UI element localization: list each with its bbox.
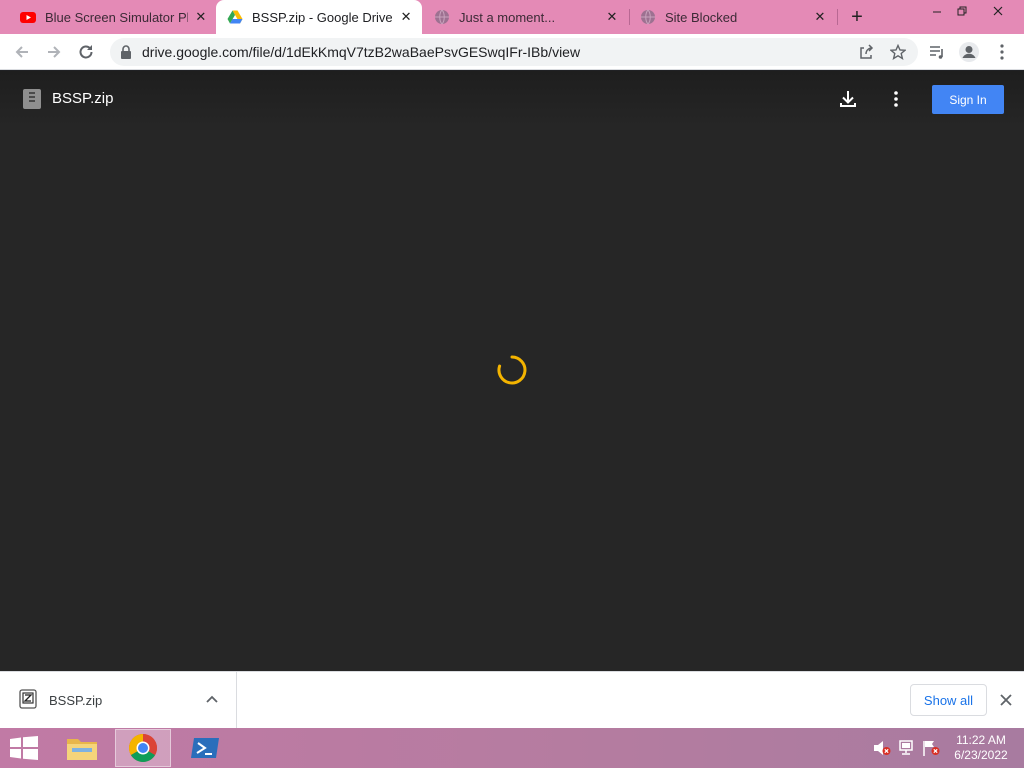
minimize-icon (933, 11, 941, 13)
avatar-icon (959, 42, 979, 62)
close-window-button[interactable] (983, 0, 1013, 22)
chrome-menu-button[interactable] (990, 40, 1014, 64)
share-button[interactable] (856, 42, 876, 62)
close-icon (993, 6, 1003, 16)
kebab-menu-icon (1000, 44, 1004, 60)
close-icon (1000, 694, 1012, 706)
tab-just-a-moment[interactable]: Just a moment... ✕ (424, 0, 628, 34)
url-text: drive.google.com/file/d/1dEkKmqV7tzB2waB… (142, 44, 581, 60)
file-explorer-taskbar-button[interactable] (54, 729, 110, 767)
download-shelf: BSSP.zip Show all (0, 671, 1024, 728)
tab-title: Just a moment... (459, 9, 556, 25)
tab-google-drive[interactable]: BSSP.zip - Google Drive ✕ (216, 0, 422, 34)
tab-site-blocked[interactable]: Site Blocked ✕ (632, 0, 836, 34)
show-all-downloads-button[interactable]: Show all (910, 684, 987, 716)
lock-icon (121, 45, 131, 59)
restore-icon (957, 6, 967, 16)
forward-arrow-icon (48, 46, 61, 58)
media-control-button[interactable] (925, 40, 949, 64)
download-item[interactable]: BSSP.zip (0, 672, 237, 728)
reload-icon (79, 45, 93, 59)
windows-taskbar: 11:22 AM 6/23/2022 (0, 728, 1024, 768)
address-bar[interactable]: drive.google.com/file/d/1dEkKmqV7tzB2waB… (110, 38, 918, 66)
back-arrow-icon (15, 46, 28, 58)
restore-button[interactable] (947, 0, 977, 22)
download-icon (840, 91, 856, 107)
tab-blue-screen-simulator[interactable]: Blue Screen Simulator Plus ✕ (8, 0, 214, 34)
folder-icon (67, 739, 97, 760)
kebab-menu-icon (894, 91, 898, 107)
star-icon (890, 44, 906, 60)
tab-close-icon[interactable]: ✕ (604, 9, 620, 25)
powershell-icon (191, 738, 219, 758)
sign-in-button[interactable]: Sign In (932, 85, 1004, 114)
download-file-name: BSSP.zip (49, 693, 103, 708)
tab-close-icon[interactable]: ✕ (194, 9, 208, 25)
network-icon[interactable] (898, 740, 916, 756)
clock-time: 11:22 AM (956, 733, 1006, 747)
youtube-icon (20, 12, 36, 23)
tab-title: Site Blocked (665, 9, 738, 25)
windows-start-icon[interactable] (10, 736, 38, 760)
chrome-taskbar-button[interactable] (115, 729, 171, 767)
google-drive-icon (227, 10, 243, 24)
back-button[interactable] (10, 40, 34, 64)
chevron-up-icon[interactable] (204, 692, 220, 708)
forward-button[interactable] (42, 40, 66, 64)
bookmark-star-button[interactable] (888, 42, 908, 62)
playlist-icon (930, 46, 943, 59)
tab-title: BSSP.zip - Google Drive (252, 9, 393, 25)
tab-close-icon[interactable]: ✕ (398, 9, 414, 25)
browser-toolbar: drive.google.com/file/d/1dEkKmqV7tzB2waB… (0, 34, 1024, 70)
new-tab-button[interactable]: + (846, 6, 868, 28)
close-shelf-button[interactable] (997, 691, 1015, 709)
tab-separator (629, 9, 630, 25)
tab-separator (837, 9, 838, 25)
clock-date: 6/23/2022 (954, 748, 1008, 762)
share-icon (860, 44, 874, 59)
archive-file-icon (23, 89, 41, 109)
reload-button[interactable] (74, 40, 98, 64)
viewer-file-name: BSSP.zip (52, 90, 114, 107)
more-actions-button[interactable] (884, 87, 908, 111)
zip-file-icon (19, 689, 37, 709)
action-center-flag-icon[interactable] (922, 740, 940, 756)
tab-close-icon[interactable]: ✕ (812, 9, 828, 25)
powershell-taskbar-button[interactable] (177, 729, 233, 767)
tab-strip: Blue Screen Simulator Plus ✕ BSSP.zip - … (0, 0, 1024, 34)
system-clock[interactable]: 11:22 AM 6/23/2022 (946, 733, 1016, 763)
profile-button[interactable] (957, 40, 981, 64)
chrome-icon (129, 734, 157, 762)
loading-spinner-icon (497, 355, 527, 385)
speaker-muted-icon[interactable] (873, 740, 891, 756)
globe-icon (641, 9, 655, 25)
drive-file-viewer: BSSP.zip Sign In (0, 71, 1024, 671)
tab-title: Blue Screen Simulator Plus (45, 9, 188, 25)
viewer-header: BSSP.zip Sign In (0, 71, 1024, 127)
globe-icon (435, 9, 449, 25)
download-button[interactable] (836, 87, 860, 111)
